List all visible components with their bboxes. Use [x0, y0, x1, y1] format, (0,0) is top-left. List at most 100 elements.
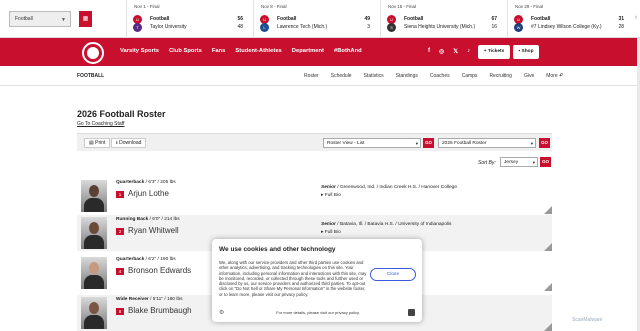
- player-hometown: / Greenwood, Ind. / Indian Creek H.S. / …: [337, 185, 457, 190]
- coaching-staff-link[interactable]: Go To Coaching Staff: [77, 121, 124, 127]
- tickets-button[interactable]: + Tickets: [478, 45, 510, 59]
- subnav-camps[interactable]: Camps: [462, 73, 478, 79]
- nav-item-club-sports[interactable]: Club Sports: [169, 48, 202, 54]
- player-photo[interactable]: [81, 257, 107, 289]
- photo-body: [84, 275, 104, 289]
- game-card[interactable]: Nov 8 - Final U Football 49 L Lawrence T…: [253, 0, 380, 38]
- player-position: Quarterback / 6'3" / 205 lbs: [116, 180, 176, 185]
- shop-label: Shop: [521, 49, 534, 54]
- social-links: f ◎ 𝕏 ♪ ▶: [428, 48, 484, 55]
- view-go-button[interactable]: GO: [423, 138, 434, 148]
- team-name: Football: [404, 16, 424, 22]
- player-name[interactable]: Blake Brumbaugh: [128, 306, 192, 315]
- download-label: Download: [119, 140, 142, 146]
- game-date: Nov 15 - Final: [388, 4, 417, 9]
- expand-corner-icon[interactable]: [544, 283, 552, 291]
- chevron-down-icon: ▾: [532, 160, 535, 165]
- subnav-give[interactable]: Give: [524, 73, 534, 79]
- sort-go-button[interactable]: GO: [540, 157, 551, 167]
- roster-view-select[interactable]: Roster View - List ▾: [323, 138, 421, 148]
- nav-item-varsity-sports[interactable]: Varsity Sports: [120, 48, 159, 54]
- sport-title[interactable]: FOOTBALL: [77, 73, 104, 79]
- player-class: Senior: [321, 222, 336, 227]
- calendar-button[interactable]: ▦: [79, 11, 92, 27]
- page-title: 2026 Football Roster: [77, 109, 166, 119]
- team-score: 56: [237, 16, 243, 22]
- opponent-score: 48: [237, 24, 243, 30]
- full-bio-link[interactable]: ▸ Full Bio: [321, 230, 341, 235]
- shop-button[interactable]: ▪ Shop: [513, 45, 539, 59]
- search-icon[interactable]: ⌕: [560, 72, 563, 79]
- print-button[interactable]: ▤ Print: [84, 138, 111, 148]
- team-score: 49: [364, 16, 370, 22]
- player-hometown: / Batavia, Ill. / Batavia H.S. / Univers…: [337, 222, 452, 227]
- opponent-logo-icon: S: [387, 23, 396, 32]
- opponent-name: Taylor University: [150, 24, 187, 30]
- cookie-body: We, along with our service providers and…: [219, 260, 367, 297]
- jersey-number: 4: [116, 268, 124, 275]
- photo-head: [89, 302, 99, 314]
- season-go-button[interactable]: GO: [539, 138, 550, 148]
- opponent-name: Lawrence Tech (Mich.): [277, 24, 328, 30]
- subnav-standings[interactable]: Standings: [396, 73, 418, 79]
- player-info: Senior / Batavia, Ill. / Batavia H.S. / …: [321, 222, 451, 227]
- position-name: Quarterback: [116, 257, 145, 262]
- game-card[interactable]: Nov 1 - Final U Football 56 T Taylor Uni…: [126, 0, 253, 38]
- player-name[interactable]: Ryan Whitwell: [128, 226, 179, 235]
- game-card[interactable]: Nov 15 - Final U Football 67 S Siena Hei…: [380, 0, 507, 38]
- game-card[interactable]: Nov 29 - Final U Football 31 W #7 Lindse…: [507, 0, 634, 38]
- expand-corner-icon[interactable]: [544, 323, 552, 331]
- subnav-statistics[interactable]: Statistics: [364, 73, 384, 79]
- subnav-roster[interactable]: Roster: [304, 73, 319, 79]
- watermark: ScanMalware: [572, 317, 603, 323]
- opponent-name: Siena Heights University (Mich.): [404, 24, 476, 30]
- game-date: Nov 29 - Final: [515, 4, 544, 9]
- player-photo[interactable]: [81, 217, 107, 249]
- tiktok-icon[interactable]: ♪: [467, 48, 470, 55]
- team-name: Football: [277, 16, 297, 22]
- roster-view-value: Roster View - List: [327, 141, 365, 146]
- chevron-right-icon[interactable]: ›: [635, 14, 637, 21]
- cookie-close-button[interactable]: Close: [370, 268, 416, 281]
- player-size: / 6'3" / 205 lbs: [145, 180, 176, 185]
- cookie-title: We use cookies and other technology: [219, 246, 336, 253]
- chevron-down-icon: ▾: [415, 141, 418, 146]
- position-name: Quarterback: [116, 180, 145, 185]
- player-name[interactable]: Bronson Edwards: [128, 266, 191, 275]
- opponent-logo-icon: T: [133, 23, 142, 32]
- sort-select[interactable]: Jersey ▾: [500, 157, 538, 167]
- opponent-name: #7 Lindsey Wilson College (Ky.): [531, 24, 602, 30]
- print-icon: ▤: [89, 140, 94, 146]
- subnav-schedule[interactable]: Schedule: [331, 73, 352, 79]
- sport-select[interactable]: Football ▼: [9, 11, 71, 27]
- nav-item-bothand[interactable]: #BothAnd: [334, 48, 362, 54]
- instagram-icon[interactable]: ◎: [439, 48, 444, 55]
- x-icon[interactable]: 𝕏: [453, 48, 458, 55]
- game-date: Nov 1 - Final: [134, 4, 160, 9]
- download-button[interactable]: ⭳ Download: [111, 138, 147, 148]
- privacy-policy-link[interactable]: For more details, please visit our priva…: [219, 310, 417, 315]
- print-label: Print: [95, 140, 106, 146]
- download-icon: ⭳: [116, 140, 118, 146]
- player-name[interactable]: Arjun Lothe: [128, 189, 169, 198]
- nav-item-department[interactable]: Department: [292, 48, 324, 54]
- photo-head: [89, 185, 99, 197]
- player-size: / 6'2" / 190 lbs: [145, 257, 176, 262]
- jersey-number: 2: [116, 228, 124, 235]
- opponent-logo-icon: W: [514, 23, 523, 32]
- subnav-coaches[interactable]: Coaches: [430, 73, 450, 79]
- expand-corner-icon[interactable]: [544, 206, 552, 214]
- nav-item-fans[interactable]: Fans: [212, 48, 226, 54]
- photo-head: [89, 222, 99, 234]
- sport-select-value: Football: [15, 16, 33, 22]
- subnav-recruiting[interactable]: Recruiting: [489, 73, 512, 79]
- position-name: Running Back: [116, 217, 149, 222]
- photo-head: [89, 262, 99, 274]
- nav-item-student-athletes[interactable]: Student-Athletes: [235, 48, 281, 54]
- season-select[interactable]: 2026 Football Roster ▾: [438, 138, 536, 148]
- player-photo[interactable]: [81, 297, 107, 329]
- full-bio-link[interactable]: ▸ Full Bio: [321, 193, 341, 198]
- player-photo[interactable]: [81, 180, 107, 212]
- facebook-icon[interactable]: f: [428, 48, 430, 55]
- expand-corner-icon[interactable]: [544, 243, 552, 251]
